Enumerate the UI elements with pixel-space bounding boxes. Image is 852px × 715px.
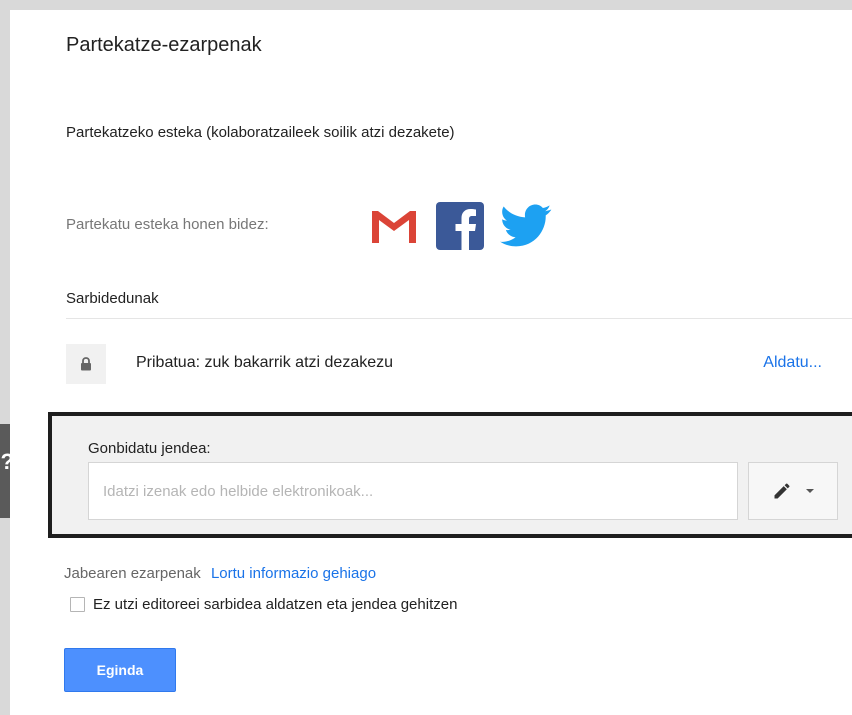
gmail-icon bbox=[370, 208, 418, 244]
chevron-down-icon bbox=[806, 489, 814, 493]
share-via-label: Partekatu esteka honen bidez: bbox=[66, 216, 269, 233]
sharing-dialog: Partekatze-ezarpenak Partekatzeko esteka… bbox=[10, 10, 852, 715]
change-access-link[interactable]: Aldatu... bbox=[763, 354, 822, 372]
owner-settings-row: Jabearen ezarpenak Lortu informazio gehi… bbox=[64, 565, 376, 582]
lock-icon-box bbox=[66, 344, 106, 384]
access-row: Pribatua: zuk bakarrik atzi dezakezu Ald… bbox=[66, 342, 852, 386]
facebook-share-button[interactable] bbox=[436, 202, 484, 250]
access-section-label: Sarbidedunak bbox=[66, 290, 159, 307]
learn-more-link[interactable]: Lortu informazio gehiago bbox=[211, 565, 376, 582]
twitter-share-button[interactable] bbox=[500, 202, 556, 250]
facebook-icon bbox=[436, 202, 484, 250]
done-button[interactable]: Eginda bbox=[64, 648, 176, 692]
invite-people-input[interactable] bbox=[88, 462, 738, 520]
invite-people-panel: Gonbidatu jendea: bbox=[48, 412, 852, 538]
lock-icon bbox=[81, 357, 91, 371]
dialog-title: Partekatze-ezarpenak bbox=[66, 34, 262, 56]
sharing-link-label: Partekatzeko esteka (kolaboratzaileek so… bbox=[66, 124, 455, 141]
invite-people-label: Gonbidatu jendea: bbox=[88, 440, 211, 457]
prevent-editors-checkbox[interactable] bbox=[70, 597, 85, 612]
share-icons bbox=[368, 202, 556, 250]
gmail-share-button[interactable] bbox=[368, 202, 420, 250]
permission-dropdown-button[interactable] bbox=[748, 462, 838, 520]
access-status-text: Pribatua: zuk bakarrik atzi dezakezu bbox=[136, 354, 394, 371]
section-divider bbox=[66, 318, 852, 319]
twitter-icon bbox=[500, 204, 552, 247]
prevent-editors-label: Ez utzi editoreei sarbidea aldatzen eta … bbox=[93, 596, 458, 613]
page: ? Partekatze-ezarpenak Partekatzeko este… bbox=[0, 0, 852, 715]
pencil-icon bbox=[774, 483, 790, 499]
prevent-editors-row: Ez utzi editoreei sarbidea aldatzen eta … bbox=[70, 596, 457, 613]
owner-settings-label: Jabearen ezarpenak bbox=[64, 565, 201, 582]
